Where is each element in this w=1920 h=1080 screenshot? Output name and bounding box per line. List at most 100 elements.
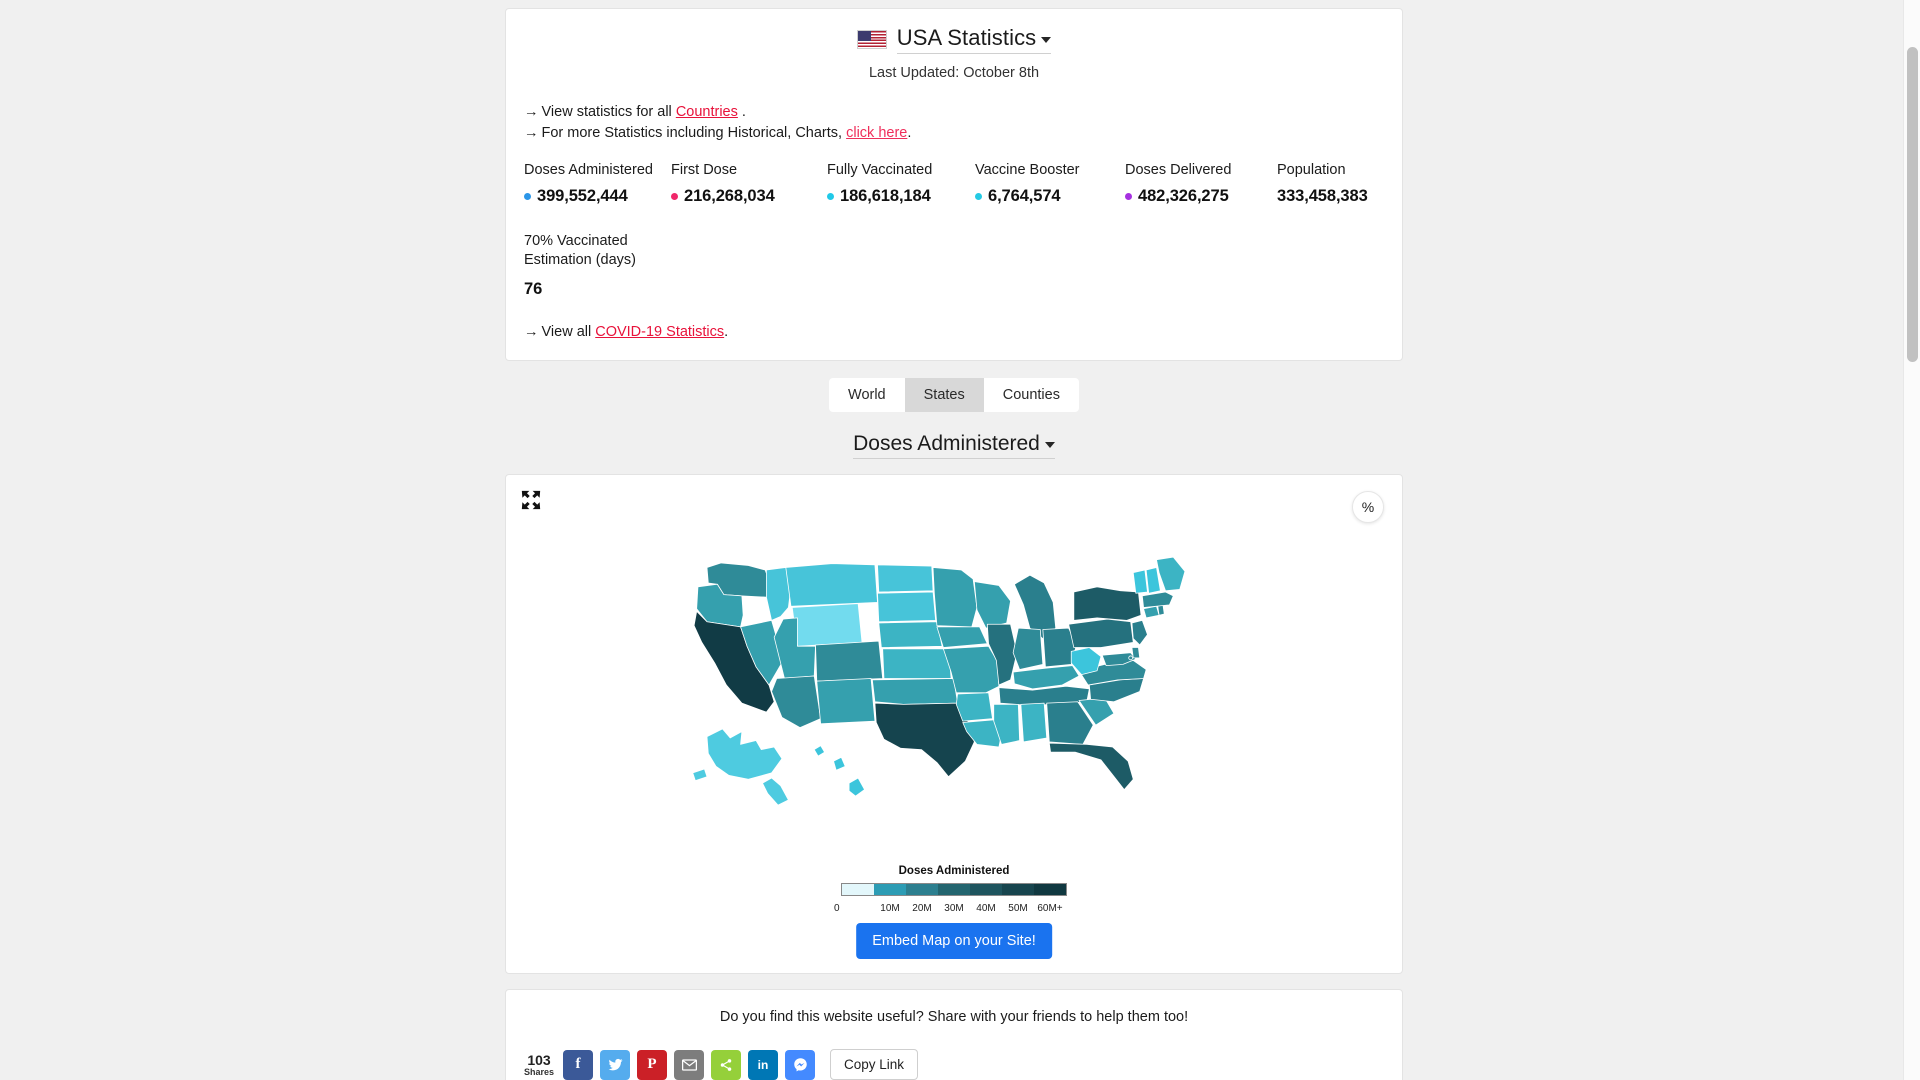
state-TX[interactable] xyxy=(874,702,975,778)
state-DC[interactable] xyxy=(1128,655,1133,661)
state-PA[interactable] xyxy=(1068,618,1134,648)
notice-countries-post: . xyxy=(737,104,746,120)
caret-down-icon xyxy=(1044,442,1055,448)
state-MT[interactable] xyxy=(785,563,878,607)
stat-color-dot xyxy=(671,193,678,200)
page-title: USA Statistics xyxy=(524,25,1384,54)
scope-tab-world[interactable]: World xyxy=(829,378,905,412)
notice-countries-pre: View statistics for all xyxy=(541,104,676,120)
state-HI[interactable] xyxy=(813,745,865,797)
legend-swatch xyxy=(1034,884,1066,895)
stat-value: 399,552,444 xyxy=(537,187,628,205)
state-KS[interactable] xyxy=(882,648,952,679)
stat-color-dot xyxy=(827,193,834,200)
content-column: USA Statistics Last Updated: October 8th… xyxy=(505,0,1403,1080)
stat-vaccine-booster: Vaccine Booster 6,764,574 xyxy=(975,162,1125,206)
stat-value: 216,268,034 xyxy=(684,187,775,205)
state-WY[interactable] xyxy=(791,603,863,647)
usa-map-svg[interactable] xyxy=(645,485,1265,885)
state-ND[interactable] xyxy=(877,564,934,593)
state-VT[interactable] xyxy=(1132,569,1148,594)
click-here-link[interactable]: click here xyxy=(846,125,907,141)
metric-selector-label: Doses Administered xyxy=(853,432,1040,455)
linkedin-share-button[interactable]: in xyxy=(748,1049,778,1080)
state-CO[interactable] xyxy=(815,640,884,682)
arrow-right-icon: → xyxy=(524,324,539,340)
arrow-right-icon: → xyxy=(524,125,539,141)
legend-tick-labels: 0 10M 20M 30M 40M 50M 60M+ xyxy=(506,903,1402,914)
twitter-share-button[interactable] xyxy=(600,1049,630,1080)
share-count: 103 Shares xyxy=(524,1053,554,1077)
sharethis-share-button[interactable] xyxy=(711,1049,741,1080)
legend-tick: 10M xyxy=(880,903,900,914)
state-AR[interactable] xyxy=(955,692,993,722)
state-CT[interactable] xyxy=(1143,605,1160,619)
state-MA[interactable] xyxy=(1141,591,1174,608)
state-NH[interactable] xyxy=(1145,567,1161,594)
scrollbar-thumb[interactable] xyxy=(1907,47,1918,362)
state-SD[interactable] xyxy=(877,591,937,623)
state-NY[interactable] xyxy=(1073,586,1142,621)
stat-value: 6,764,574 xyxy=(988,187,1061,205)
stat-doses-administered: Doses Administered 399,552,444 xyxy=(524,162,671,206)
stat-value: 333,458,383 xyxy=(1277,187,1368,205)
state-RI[interactable] xyxy=(1157,604,1165,616)
legend-tick: 40M xyxy=(976,903,996,914)
state-OK[interactable] xyxy=(871,678,958,705)
state-AK[interactable] xyxy=(692,728,789,806)
state-NJ[interactable] xyxy=(1131,620,1148,646)
messenger-icon xyxy=(793,1058,807,1072)
state-FL[interactable] xyxy=(1048,742,1134,791)
state-IN[interactable] xyxy=(1012,627,1044,670)
stat-grid: Doses Administered 399,552,444 First Dos… xyxy=(524,162,1384,206)
state-ME[interactable] xyxy=(1156,556,1186,592)
copy-link-button[interactable]: Copy Link xyxy=(830,1049,919,1080)
stat-color-dot xyxy=(975,193,982,200)
usa-choropleth-map[interactable] xyxy=(506,485,1404,885)
state-NM[interactable] xyxy=(816,678,876,725)
scope-tab-states[interactable]: States xyxy=(904,378,984,412)
legend-swatch xyxy=(970,884,1002,895)
estimate-label-line1: 70% Vaccinated xyxy=(524,233,628,249)
country-selector-label: USA Statistics xyxy=(896,25,1037,50)
metric-selector-wrap: Doses Administered xyxy=(505,432,1403,459)
legend-color-bar xyxy=(841,883,1067,896)
messenger-share-button[interactable] xyxy=(785,1049,815,1080)
stat-label: Fully Vaccinated xyxy=(827,162,933,178)
notice-more-stats-pre: For more Statistics including Historical… xyxy=(541,125,847,141)
covid-statistics-link[interactable]: COVID-19 Statistics xyxy=(595,324,724,340)
legend-title: Doses Administered xyxy=(898,865,1010,877)
notice-list: → View statistics for all Countries . → Fo… xyxy=(524,102,1384,143)
facebook-share-button[interactable]: f xyxy=(563,1049,593,1080)
country-selector[interactable]: USA Statistics xyxy=(896,25,1052,54)
vaccination-estimate: 70% Vaccinated Estimation (days) 76 xyxy=(524,232,714,299)
stat-fully-vaccinated: Fully Vaccinated 186,618,184 xyxy=(827,162,975,206)
legend-swatch xyxy=(938,884,970,895)
page-scrollbar[interactable] xyxy=(1903,0,1920,1080)
countries-link[interactable]: Countries xyxy=(676,104,738,120)
email-share-button[interactable] xyxy=(674,1049,704,1080)
state-DE[interactable] xyxy=(1131,647,1141,659)
state-AL[interactable] xyxy=(1020,702,1048,743)
state-AZ[interactable] xyxy=(771,675,822,729)
pinterest-share-button[interactable]: P xyxy=(637,1049,667,1080)
stat-doses-delivered: Doses Delivered 482,326,275 xyxy=(1125,162,1277,206)
state-MN[interactable] xyxy=(932,567,978,628)
metric-selector[interactable]: Doses Administered xyxy=(853,432,1055,459)
stat-value: 482,326,275 xyxy=(1138,187,1229,205)
state-IA[interactable] xyxy=(936,626,988,648)
share-card: Do you find this website useful? Share w… xyxy=(505,989,1403,1080)
twitter-bird-icon xyxy=(608,1058,622,1071)
share-nodes-icon xyxy=(720,1058,732,1071)
map-card: % Doses Administered 0 10M 20M 30M 40M 5… xyxy=(505,474,1403,974)
legend-tick: 30M xyxy=(944,903,964,914)
legend-tick: 50M xyxy=(1008,903,1028,914)
stat-color-dot xyxy=(1125,193,1132,200)
state-NE[interactable] xyxy=(878,621,943,648)
stat-label: Population xyxy=(1277,162,1346,178)
embed-map-button[interactable]: Embed Map on your Site! xyxy=(856,923,1052,959)
notice-more-stats-post: . xyxy=(907,125,912,141)
share-headline: Do you find this website useful? Share w… xyxy=(719,1009,1189,1025)
state-WI[interactable] xyxy=(973,581,1011,629)
scope-tab-counties[interactable]: Counties xyxy=(983,378,1079,412)
